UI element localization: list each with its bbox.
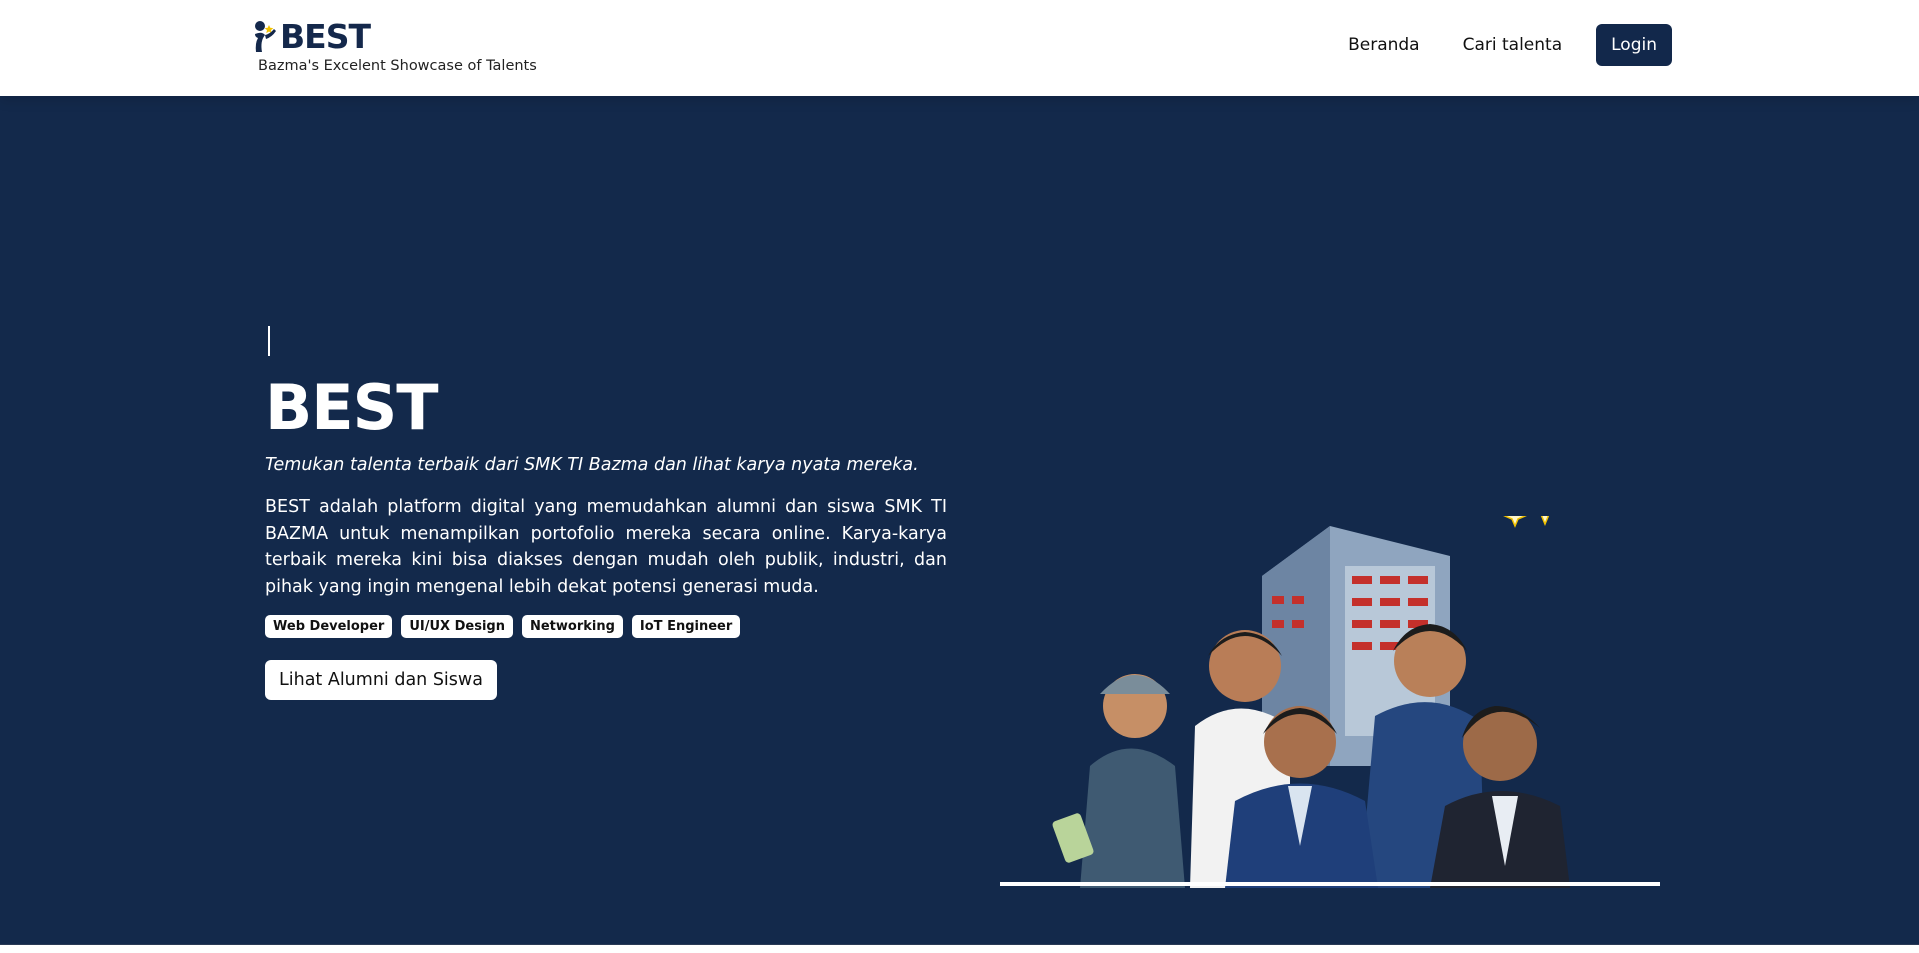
students-group-illustration [1000, 516, 1660, 888]
skill-tags: Web Developer UI/UX Design Networking Io… [265, 615, 947, 638]
see-alumni-button[interactable]: Lihat Alumni dan Siswa [265, 660, 497, 700]
nav-link-cari-talenta[interactable]: Cari talenta [1463, 24, 1563, 66]
main-nav: Beranda Cari talenta Login [1348, 24, 1672, 66]
logo-text: BEST [280, 17, 371, 56]
student-figure [1052, 674, 1185, 888]
site-header: BEST Bazma's Excelent Showcase of Talent… [0, 0, 1919, 96]
sparkle-icon [1503, 516, 1550, 528]
brand-tagline: Bazma's Excelent Showcase of Talents [258, 58, 537, 74]
tag-ui-ux-design: UI/UX Design [401, 615, 513, 638]
brand-logo[interactable]: BEST Bazma's Excelent Showcase of Talent… [252, 14, 537, 74]
nav-link-beranda[interactable]: Beranda [1348, 24, 1420, 66]
tag-iot-engineer: IoT Engineer [631, 615, 741, 638]
hero-content: BEST Temukan talenta terbaik dari SMK TI… [265, 326, 947, 700]
hero-title: BEST [265, 371, 439, 444]
login-button[interactable]: Login [1596, 24, 1672, 66]
logo-figure-icon [255, 21, 276, 52]
hero-section: BEST Temukan talenta terbaik dari SMK TI… [0, 96, 1919, 944]
tag-web-developer: Web Developer [265, 615, 393, 638]
hero-tagline: Temukan talenta terbaik dari SMK TI Bazm… [265, 455, 919, 475]
hero-description: BEST adalah platform digital yang memuda… [265, 497, 947, 597]
typing-cursor [268, 326, 270, 356]
tag-networking: Networking [521, 615, 623, 638]
page-bottom-edge [0, 944, 1919, 953]
